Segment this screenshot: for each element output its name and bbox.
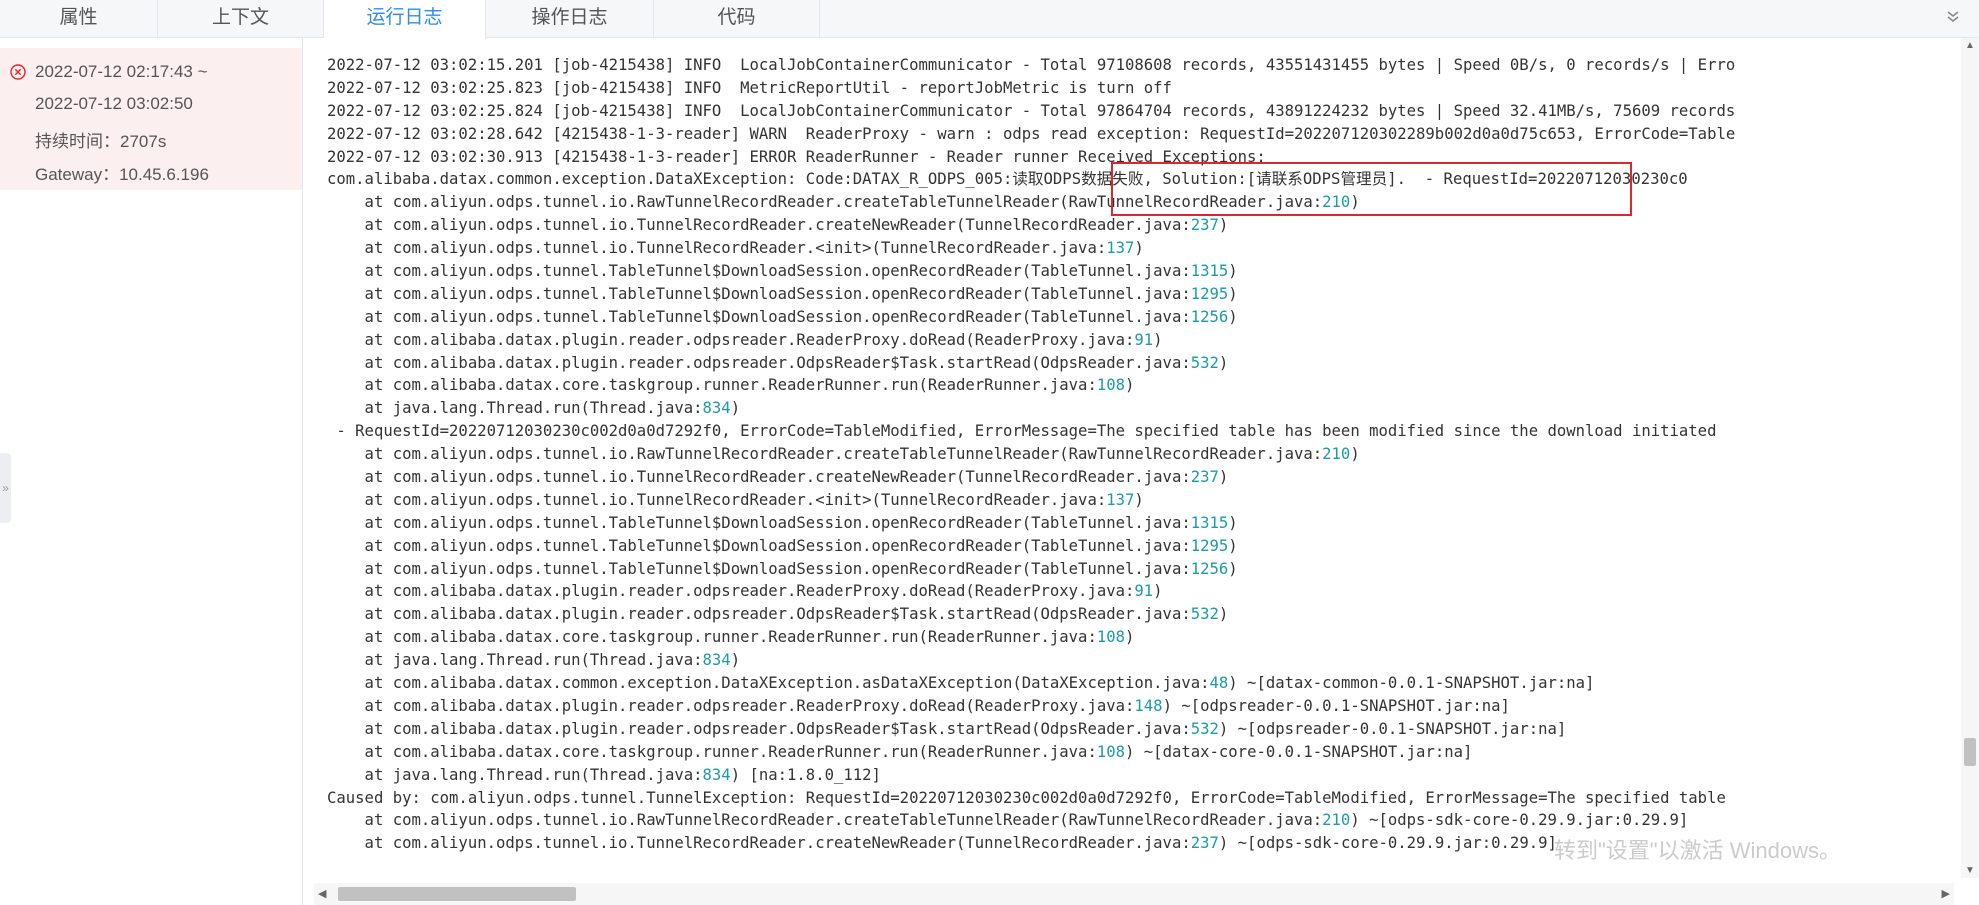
horizontal-scrollbar[interactable]: ◀ ▶ — [314, 883, 1954, 905]
scroll-right-arrow-icon[interactable]: ▶ — [1942, 887, 1950, 900]
log-line: at com.aliyun.odps.tunnel.io.TunnelRecor… — [327, 216, 1229, 235]
log-line: at com.aliyun.odps.tunnel.io.RawTunnelRe… — [327, 445, 1360, 464]
vertical-scroll-thumb[interactable] — [1964, 738, 1976, 766]
log-line: at com.alibaba.datax.plugin.reader.odpsr… — [327, 330, 1163, 349]
horizontal-scroll-thumb[interactable] — [338, 887, 576, 901]
log-line: at com.alibaba.datax.plugin.reader.odpsr… — [327, 582, 1163, 601]
tab-bar: 属性 上下文 运行日志 操作日志 代码 — [0, 0, 1979, 39]
log-line: at com.alibaba.datax.core.taskgroup.runn… — [327, 742, 1473, 761]
log-line: at com.alibaba.datax.common.exception.Da… — [327, 674, 1595, 693]
log-line: at com.alibaba.datax.plugin.reader.odpsr… — [327, 353, 1229, 372]
run-duration: 持续时间：2707s — [35, 132, 167, 151]
log-line: Caused by: com.aliyun.odps.tunnel.Tunnel… — [327, 788, 1726, 807]
run-start-time: 2022-07-12 02:17:43 ~ — [35, 62, 208, 81]
log-line: at com.aliyun.odps.tunnel.io.TunnelRecor… — [327, 490, 1144, 509]
tab-run-log[interactable]: 运行日志 — [324, 0, 486, 39]
tab-context[interactable]: 上下文 — [158, 0, 324, 38]
log-line: at com.alibaba.datax.plugin.reader.odpsr… — [327, 719, 1567, 738]
log-line: at com.aliyun.odps.tunnel.TableTunnel$Do… — [327, 262, 1238, 281]
panel-toggle-handle[interactable]: » — [0, 453, 11, 523]
log-line: com.alibaba.datax.common.exception.DataX… — [327, 170, 1688, 189]
log-line: at java.lang.Thread.run(Thread.java:834) — [327, 651, 741, 670]
log-line: at com.aliyun.odps.tunnel.io.RawTunnelRe… — [327, 193, 1360, 212]
log-line: at java.lang.Thread.run(Thread.java:834) — [327, 399, 741, 418]
tab-properties[interactable]: 属性 — [0, 0, 158, 38]
log-lines: 2022-07-12 03:02:15.201 [job-4215438] IN… — [327, 54, 1735, 855]
log-line: 2022-07-12 03:02:28.642 [4215438-1-3-rea… — [327, 124, 1736, 143]
log-line: at com.aliyun.odps.tunnel.TableTunnel$Do… — [327, 307, 1238, 326]
log-line: at com.aliyun.odps.tunnel.TableTunnel$Do… — [327, 284, 1238, 303]
log-line: 2022-07-12 03:02:25.824 [job-4215438] IN… — [327, 101, 1736, 120]
tab-code[interactable]: 代码 — [654, 0, 820, 38]
log-line: at com.aliyun.odps.tunnel.TableTunnel$Do… — [327, 513, 1238, 532]
log-line: 2022-07-12 03:02:30.913 [4215438-1-3-rea… — [327, 147, 1266, 166]
job-info-panel: 2022-07-12 02:17:43 ~ 2022-07-12 03:02:5… — [0, 38, 303, 905]
log-line: at com.aliyun.odps.tunnel.io.TunnelRecor… — [327, 468, 1229, 487]
run-end-time: 2022-07-12 03:02:50 — [35, 94, 193, 113]
scroll-up-arrow-icon[interactable]: ▲ — [1961, 40, 1979, 51]
gateway-address: Gateway：10.45.6.196 — [35, 165, 209, 184]
log-line: at com.alibaba.datax.core.taskgroup.runn… — [327, 628, 1135, 647]
vertical-scrollbar[interactable]: ▲ ▼ — [1961, 38, 1979, 878]
double-chevron-down-icon[interactable] — [1941, 4, 1965, 32]
log-line: at com.aliyun.odps.tunnel.io.TunnelRecor… — [327, 239, 1144, 258]
log-line: - RequestId=20220712030230c002d0a0d7292f… — [327, 422, 1717, 441]
log-line: at java.lang.Thread.run(Thread.java:834)… — [327, 765, 881, 784]
scroll-left-arrow-icon[interactable]: ◀ — [318, 887, 326, 900]
log-line: at com.aliyun.odps.tunnel.TableTunnel$Do… — [327, 559, 1238, 578]
log-line: 2022-07-12 03:02:15.201 [job-4215438] IN… — [327, 56, 1736, 74]
log-line: at com.aliyun.odps.tunnel.io.TunnelRecor… — [327, 834, 1557, 853]
run-log-viewer[interactable]: 2022-07-12 03:02:15.201 [job-4215438] IN… — [304, 38, 1979, 905]
error-circle-icon — [10, 64, 26, 80]
log-line: at com.alibaba.datax.plugin.reader.odpsr… — [327, 696, 1510, 715]
job-run-summary[interactable]: 2022-07-12 02:17:43 ~ 2022-07-12 03:02:5… — [0, 48, 302, 190]
log-line: at com.aliyun.odps.tunnel.io.RawTunnelRe… — [327, 811, 1689, 830]
tab-operation-log[interactable]: 操作日志 — [486, 0, 654, 38]
log-line: at com.alibaba.datax.core.taskgroup.runn… — [327, 376, 1135, 395]
scroll-down-arrow-icon[interactable]: ▼ — [1961, 865, 1979, 876]
log-line: 2022-07-12 03:02:25.823 [job-4215438] IN… — [327, 78, 1172, 97]
log-line: at com.aliyun.odps.tunnel.TableTunnel$Do… — [327, 536, 1238, 555]
log-line: at com.alibaba.datax.plugin.reader.odpsr… — [327, 605, 1229, 624]
